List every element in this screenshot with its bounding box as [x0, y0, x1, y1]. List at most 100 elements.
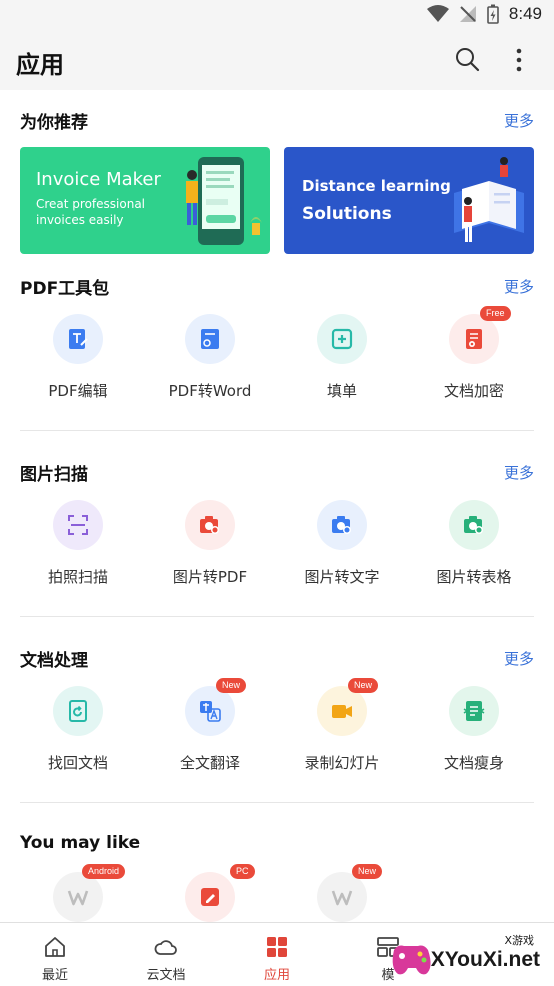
- recommend-header: 为你推荐 更多: [20, 108, 534, 133]
- tool-slim-doc[interactable]: 文档瘦身: [408, 686, 540, 786]
- image-scan-row: 拍照扫描 图片转PDF 图片转文字 图片转表格: [0, 500, 554, 600]
- may-like-row: Android PC New: [0, 864, 554, 922]
- home-icon: [45, 937, 65, 957]
- more-options-icon[interactable]: [506, 46, 532, 74]
- section-title: 图片扫描: [20, 465, 88, 485]
- tool-label: 图片转PDF: [172, 568, 248, 586]
- pdf-to-word-icon: [201, 329, 219, 349]
- tool-image-to-text[interactable]: 图片转文字: [276, 500, 408, 600]
- nav-cloud[interactable]: 云文档: [111, 923, 221, 986]
- record-slides-icon: [332, 705, 352, 718]
- nav-label: 应用: [263, 968, 290, 983]
- tool-label: PDF转Word: [168, 382, 252, 400]
- tool-label: PDF编辑: [48, 382, 108, 400]
- tool-image-to-table[interactable]: 图片转表格: [408, 500, 540, 600]
- nav-recent[interactable]: 最近: [0, 923, 110, 986]
- section-title: 文档处理: [20, 651, 88, 671]
- status-bar: 8:49: [0, 0, 554, 32]
- tool-label: 全文翻译: [179, 754, 240, 772]
- gamepad-logo-icon: [392, 945, 431, 975]
- tool-fill-form[interactable]: 填单: [276, 314, 408, 414]
- fill-form-icon: [331, 328, 353, 350]
- may-like-header: You may like: [20, 833, 534, 857]
- tool-pdf-edit[interactable]: PDF编辑: [12, 314, 144, 414]
- learning-illustration: [454, 157, 524, 242]
- banner-subtitle: invoices easily: [36, 213, 124, 227]
- section-title: 为你推荐: [20, 113, 88, 133]
- cloud-icon: [154, 940, 177, 955]
- image-to-table-icon: [464, 516, 483, 534]
- photo-scan-icon: [68, 515, 88, 535]
- tool-encrypt-doc[interactable]: Free 文档加密: [408, 306, 540, 414]
- new-badge: New: [352, 864, 383, 879]
- translate-icon: [200, 701, 221, 722]
- image-to-text-icon: [332, 516, 351, 534]
- banner-title: Invoice Maker: [36, 169, 161, 190]
- edit-note-icon: [201, 888, 219, 906]
- tool-record-slides[interactable]: New 录制幻灯片: [276, 678, 408, 786]
- tool-pdf-to-word[interactable]: PDF转Word: [144, 314, 276, 414]
- site-watermark: X游戏 XYouXi.net: [378, 932, 548, 982]
- nav-label: 云文档: [146, 968, 186, 983]
- invoice-illustration: [186, 157, 262, 245]
- clock: 8:49: [508, 4, 542, 23]
- watermark-small: X游戏: [504, 934, 534, 947]
- pdf-tools-header: PDF工具包 更多: [20, 274, 534, 299]
- divider: [20, 430, 534, 431]
- banner-subtitle: Creat professional: [36, 197, 146, 211]
- pdf-tools-row: PDF编辑 PDF转Word 填单 Free 文档加密: [0, 306, 554, 414]
- tool-label: 填单: [326, 382, 357, 400]
- page-title: 应用: [16, 51, 64, 79]
- encrypt-doc-icon: [466, 329, 482, 349]
- section-title: You may like: [20, 833, 141, 853]
- pdf-edit-icon: [69, 329, 88, 349]
- watermark-text: XYouXi.net: [430, 948, 540, 971]
- tool-label: 拍照扫描: [47, 568, 108, 586]
- invoice-maker-banner[interactable]: Invoice Maker Creat professional invoice…: [20, 147, 270, 254]
- tool-label: 找回文档: [47, 754, 108, 772]
- doc-process-row: 找回文档 New 全文翻译 New 录制幻灯片 文档瘦身: [0, 678, 554, 786]
- tool-photo-scan[interactable]: 拍照扫描: [12, 500, 144, 600]
- image-scan-header: 图片扫描 更多: [20, 460, 534, 485]
- tool-image-to-pdf[interactable]: 图片转PDF: [144, 500, 276, 600]
- content-area: 为你推荐 更多 Invoice Maker Creat professional…: [0, 90, 554, 922]
- more-link[interactable]: 更多: [504, 110, 534, 131]
- may-like-item[interactable]: Android: [12, 864, 144, 922]
- new-badge: New: [216, 678, 247, 693]
- may-like-item[interactable]: PC: [144, 864, 276, 922]
- recover-doc-icon: [69, 700, 87, 722]
- may-like-item[interactable]: New: [276, 864, 408, 922]
- distance-learning-banner[interactable]: Distance learning Solutions: [284, 147, 534, 254]
- android-badge: Android: [82, 864, 126, 879]
- battery-icon: [487, 4, 499, 24]
- slim-doc-icon: [463, 701, 485, 721]
- search-icon[interactable]: [454, 46, 480, 72]
- tool-translate[interactable]: New 全文翻译: [144, 678, 276, 786]
- more-link[interactable]: 更多: [504, 462, 534, 483]
- wps-icon: [331, 890, 353, 906]
- no-signal-icon: [459, 6, 476, 22]
- tool-label: 图片转文字: [304, 568, 380, 586]
- divider: [20, 616, 534, 617]
- tool-label: 文档加密: [443, 382, 504, 400]
- tool-recover-doc[interactable]: 找回文档: [12, 686, 144, 786]
- wifi-icon: [426, 5, 449, 22]
- tool-label: 图片转表格: [436, 568, 512, 586]
- wps-icon: [67, 890, 89, 906]
- new-badge: New: [348, 678, 379, 693]
- banner-title: Solutions: [302, 204, 392, 224]
- section-title: PDF工具包: [20, 279, 110, 299]
- doc-process-header: 文档处理 更多: [20, 646, 534, 671]
- nav-label: 最近: [41, 968, 68, 983]
- pc-badge: PC: [230, 864, 255, 879]
- nav-apps[interactable]: 应用: [222, 923, 332, 986]
- apps-icon: [267, 937, 287, 957]
- app-bar: 应用: [0, 32, 554, 90]
- more-link[interactable]: 更多: [504, 276, 534, 297]
- more-link[interactable]: 更多: [504, 648, 534, 669]
- tool-label: 录制幻灯片: [304, 754, 380, 772]
- image-to-pdf-icon: [200, 516, 219, 534]
- free-badge: Free: [480, 306, 511, 321]
- tool-label: 文档瘦身: [443, 754, 504, 772]
- divider: [20, 802, 534, 803]
